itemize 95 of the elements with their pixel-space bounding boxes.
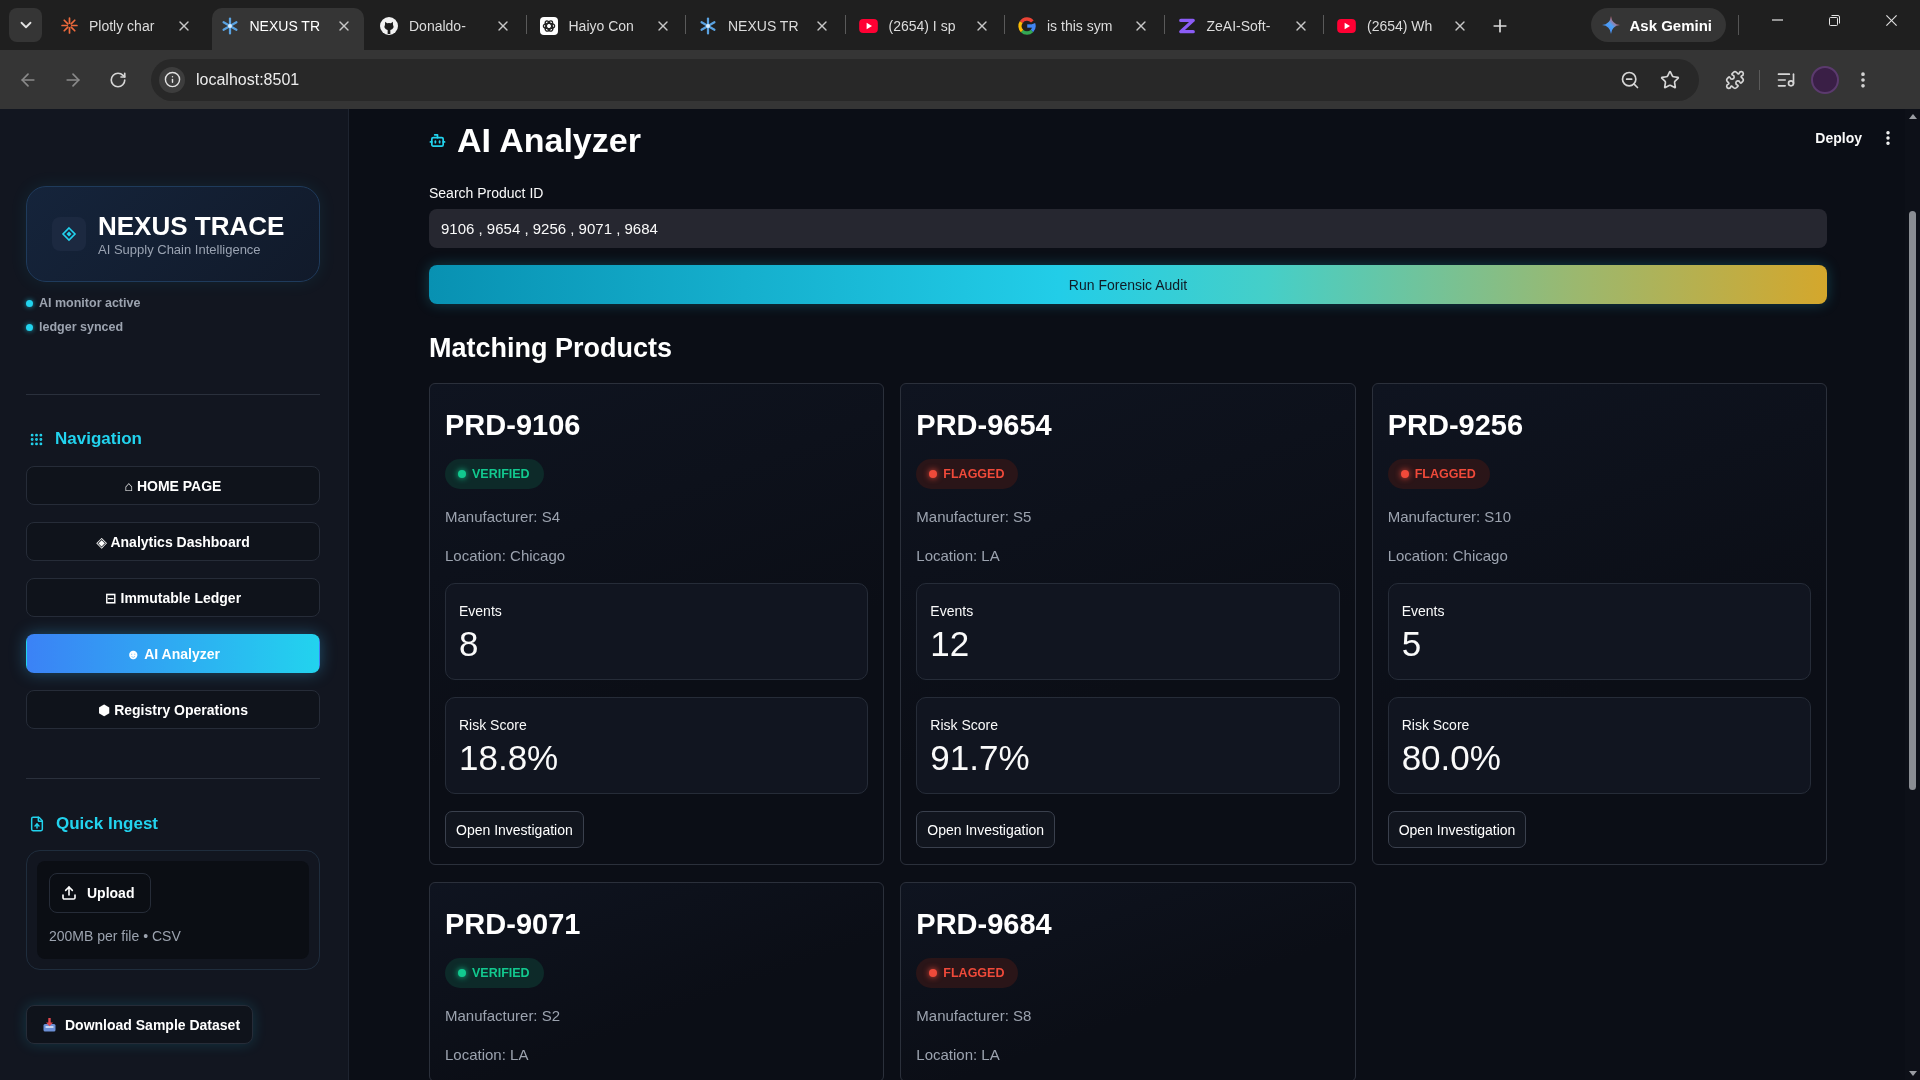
product-id: PRD-9256 (1387, 408, 1525, 442)
manufacturer-text: Manufacturer: S8 (916, 1006, 1033, 1026)
product-id: PRD-9071 (445, 907, 582, 941)
inbox-tray-icon (43, 1017, 56, 1032)
location-text: Location: Chicago (445, 546, 567, 566)
nav-button[interactable]: ◈ Analytics Dashboard (26, 522, 320, 561)
open-investigation-button[interactable]: Open Investigation (1387, 811, 1527, 848)
section-heading: Navigation (55, 429, 142, 449)
metric-value: 12 (930, 624, 970, 664)
burst-icon (61, 17, 78, 34)
restore-icon (1829, 14, 1840, 26)
download-button[interactable]: Download Sample Dataset (26, 1005, 254, 1044)
metric-value: 91.7% (930, 738, 1030, 778)
info-icon[interactable] (159, 66, 185, 93)
metric-label: Events (1401, 602, 1445, 620)
scroll-down-icon[interactable] (1908, 1071, 1917, 1076)
reload-icon (109, 70, 127, 89)
upload-limits-text: 200MB per file • CSV (49, 928, 181, 944)
brand-name: NEXUS TRACE (98, 210, 285, 241)
metric-label: Events (930, 602, 974, 620)
grid-dots-icon (29, 431, 44, 447)
metric-value: 5 (1401, 624, 1422, 664)
minimize-icon (1772, 19, 1783, 21)
open-investigation-button[interactable]: Open Investigation (916, 811, 1056, 848)
upload-icon (61, 885, 77, 901)
product-id: PRD-9106 (445, 408, 582, 442)
ask-gemini-button[interactable]: Ask Gemini (1591, 8, 1726, 42)
field-label: Search Product ID (429, 184, 545, 202)
manufacturer-text: Manufacturer: S4 (445, 507, 562, 527)
metric-label: Risk Score (930, 716, 998, 734)
status-dot-icon (26, 323, 33, 331)
status-dot-icon (929, 969, 938, 977)
nav-button[interactable]: ⬢ Registry Operations (26, 690, 320, 729)
open-investigation-button[interactable]: Open Investigation (445, 811, 584, 848)
product-id: PRD-9684 (916, 907, 1053, 941)
knot-logo-icon (539, 16, 558, 35)
status-text: AI monitor active (39, 296, 141, 310)
scrollbar-thumb[interactable] (1909, 211, 1916, 790)
metric-value: 8 (459, 624, 479, 664)
upload-button[interactable]: Upload (49, 873, 152, 913)
location-text: Location: LA (916, 1045, 1001, 1065)
scroll-up-icon[interactable] (1908, 114, 1917, 119)
brand-tagline: AI Supply Chain Intelligence (98, 241, 262, 258)
metric-label: Risk Score (459, 716, 527, 734)
cat-logo-icon (380, 16, 398, 35)
location-text: Location: Chicago (1387, 546, 1509, 566)
status-text: VERIFIED (472, 966, 530, 980)
section-title: Matching Products (429, 332, 673, 364)
manufacturer-text: Manufacturer: S2 (445, 1006, 562, 1026)
nav-button[interactable]: ⊟ Immutable Ledger (26, 578, 320, 617)
close-icon (1886, 14, 1897, 26)
location-text: Location: LA (916, 546, 1001, 566)
section-heading: Quick Ingest (56, 814, 159, 834)
play-logo-icon (858, 18, 878, 33)
status-dot-icon (1400, 470, 1409, 478)
location-text: Location: LA (445, 1045, 530, 1065)
diamond-logo-icon (52, 217, 86, 251)
search-input[interactable]: 9106 , 9654 , 9256 , 9071 , 9684 (429, 209, 1827, 248)
tab-search-button[interactable] (9, 8, 42, 42)
product-id: PRD-9654 (916, 408, 1053, 442)
sparkle-icon (1602, 16, 1621, 34)
status-text: FLAGGED (943, 467, 1005, 481)
metric-label: Risk Score (1401, 716, 1470, 734)
status-text: ledger synced (39, 320, 124, 334)
snowflake-icon (220, 16, 239, 35)
robot-icon (429, 131, 446, 149)
status-dot-icon (458, 470, 466, 478)
zigzag-logo-icon (1177, 16, 1196, 35)
zoom-out-icon[interactable] (1620, 69, 1640, 90)
browser-tab[interactable]: NEXUS TR (211, 8, 364, 50)
manufacturer-text: Manufacturer: S5 (916, 507, 1033, 527)
browser-tab[interactable]: Donaldo- (371, 8, 523, 50)
snowflake-icon (699, 16, 717, 35)
nav-button[interactable]: ⌂ HOME PAGE (26, 466, 320, 505)
page-title: AI Analyzer (457, 120, 641, 160)
file-upload-icon (29, 816, 45, 832)
run-audit-button[interactable]: Run Forensic Audit (429, 265, 1827, 304)
address-bar[interactable]: localhost:8501 (151, 58, 1699, 101)
status-dot-icon (929, 470, 938, 478)
play-logo-icon (1337, 18, 1356, 33)
status-text: FLAGGED (1414, 467, 1476, 481)
deploy-button[interactable]: Deploy (1815, 130, 1862, 146)
puzzle-icon[interactable] (1725, 69, 1745, 90)
manufacturer-text: Manufacturer: S10 (1387, 507, 1513, 527)
status-text: FLAGGED (943, 966, 1005, 980)
upload-dropzone[interactable]: Upload 200MB per file • CSV (37, 861, 309, 959)
multicolor-ring-icon (1018, 16, 1036, 35)
metric-value: 18.8% (459, 738, 559, 778)
metric-label: Events (459, 602, 502, 620)
star-icon[interactable] (1660, 69, 1680, 90)
status-dot-icon (458, 969, 466, 977)
status-text: VERIFIED (472, 467, 530, 481)
metric-value: 80.0% (1401, 738, 1501, 778)
browser-tab[interactable]: Plotly char (52, 8, 204, 50)
status-dot-icon (26, 299, 33, 307)
